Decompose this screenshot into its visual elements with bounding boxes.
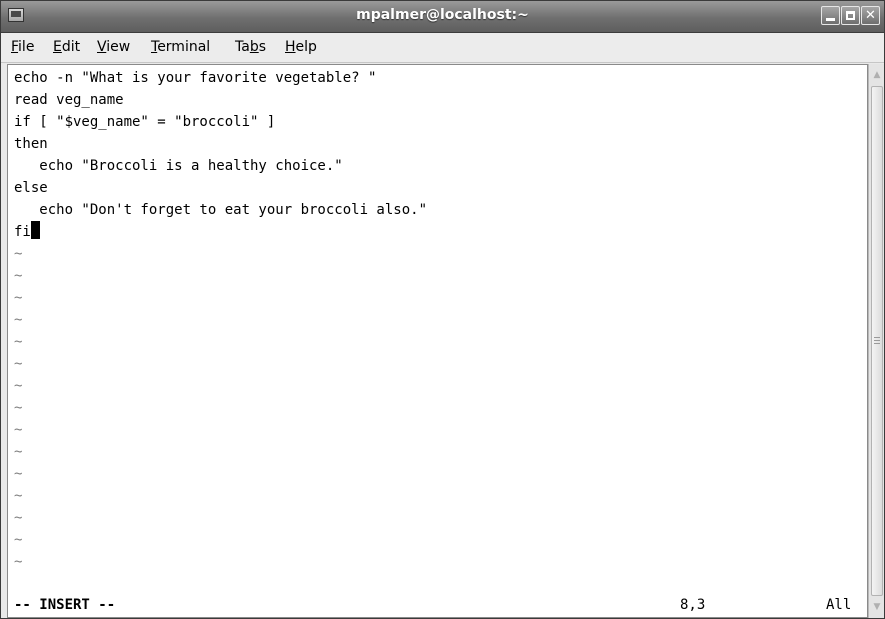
empty-line-marker: ~: [14, 356, 23, 372]
scrollbar-grip-icon: [874, 337, 880, 344]
terminal-text-area[interactable]: echo -n "What is your favorite vegetable…: [7, 64, 868, 618]
menu-edit-label: dit: [61, 39, 81, 55]
vim-mode-indicator: -- INSERT --: [14, 597, 116, 613]
menu-terminal[interactable]: Terminal: [151, 39, 210, 55]
menu-bar: File Edit View Terminal Tabs Help: [1, 33, 884, 63]
empty-line-marker: ~: [14, 290, 23, 306]
empty-line-marker: ~: [14, 510, 23, 526]
empty-line-marker: ~: [14, 488, 23, 504]
cursor-position: 8,3: [680, 597, 706, 613]
close-button[interactable]: ✕: [861, 6, 880, 25]
menu-help-mnemonic: H: [285, 39, 296, 55]
empty-line-marker: ~: [14, 532, 23, 548]
maximize-button[interactable]: [841, 6, 860, 25]
empty-line-marker: ~: [14, 334, 23, 350]
title-bar[interactable]: mpalmer@localhost:~ ✕: [1, 1, 884, 33]
code-line-8-text: fi: [14, 224, 31, 240]
menu-view-mnemonic: V: [97, 39, 107, 55]
vertical-scrollbar[interactable]: ▲ ▼: [868, 64, 884, 618]
menu-edit[interactable]: Edit: [53, 39, 80, 55]
menu-help-label: elp: [295, 39, 317, 55]
menu-view[interactable]: View: [97, 39, 130, 55]
code-line-2: read veg_name: [14, 92, 124, 108]
empty-line-marker: ~: [14, 268, 23, 284]
terminal-window: mpalmer@localhost:~ ✕ File Edit View Ter…: [0, 0, 885, 619]
menu-terminal-label: erminal: [157, 39, 211, 55]
close-icon: ✕: [865, 8, 876, 23]
menu-file-label: ile: [18, 39, 35, 55]
empty-line-marker: ~: [14, 400, 23, 416]
scrollbar-thumb[interactable]: [871, 86, 883, 596]
minimize-icon: [826, 18, 835, 21]
code-line-4: then: [14, 136, 48, 152]
window-title: mpalmer@localhost:~: [356, 7, 529, 23]
empty-line-marker: ~: [14, 422, 23, 438]
menu-help[interactable]: Help: [285, 39, 317, 55]
empty-line-marker: ~: [14, 444, 23, 460]
menu-file[interactable]: File: [11, 39, 34, 55]
empty-line-marker: ~: [14, 312, 23, 328]
code-line-5: echo "Broccoli is a healthy choice.": [14, 158, 343, 174]
code-line-3: if [ "$veg_name" = "broccoli" ]: [14, 114, 276, 130]
text-cursor: [30, 221, 40, 239]
code-line-8: fi: [14, 221, 40, 243]
maximize-icon: [846, 11, 855, 20]
empty-line-marker: ~: [14, 554, 23, 570]
code-line-1: echo -n "What is your favorite vegetable…: [14, 70, 377, 86]
menu-edit-mnemonic: E: [53, 39, 62, 55]
scroll-position: All: [826, 597, 852, 613]
empty-line-marker: ~: [14, 378, 23, 394]
menu-tabs-label-end: s: [258, 39, 267, 55]
minimize-button[interactable]: [821, 6, 840, 25]
empty-line-marker: ~: [14, 466, 23, 482]
menu-file-mnemonic: F: [11, 39, 19, 55]
scroll-up-arrow-icon[interactable]: ▲: [871, 68, 883, 82]
empty-line-marker: ~: [14, 246, 23, 262]
menu-tabs-mnemonic: b: [249, 39, 259, 55]
code-line-6: else: [14, 180, 48, 196]
menu-tabs[interactable]: Tabs: [235, 39, 266, 55]
scroll-down-arrow-icon[interactable]: ▼: [871, 600, 883, 614]
menu-view-label: iew: [106, 39, 131, 55]
menu-tabs-label-start: Ta: [235, 39, 250, 55]
code-line-7: echo "Don't forget to eat your broccoli …: [14, 202, 428, 218]
